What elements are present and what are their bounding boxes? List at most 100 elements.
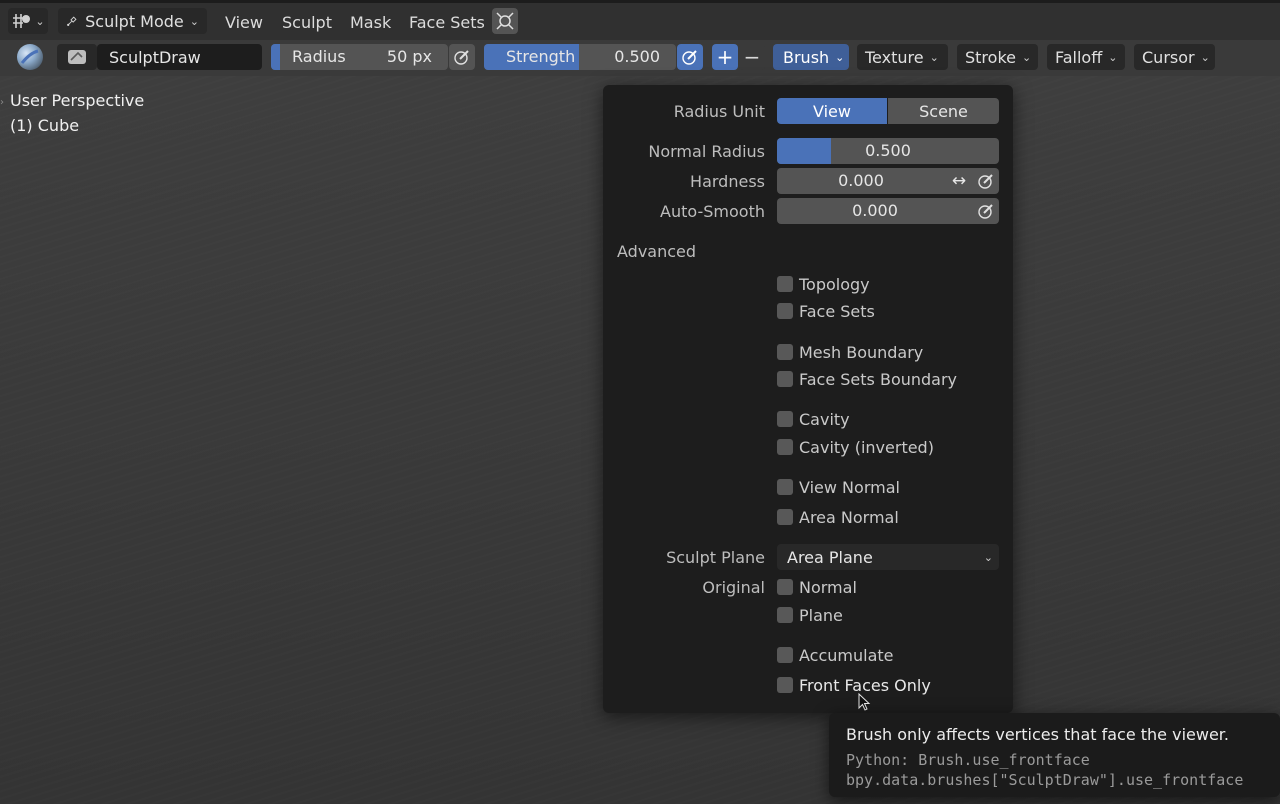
pen-pressure-icon	[454, 50, 469, 65]
topology-checkbox[interactable]: Topology	[777, 273, 870, 295]
viewport-info: User Perspective (1) Cube	[10, 88, 144, 138]
menu-view[interactable]: View	[225, 13, 263, 32]
normal-radius-value: 0.500	[865, 141, 911, 160]
sculpt-plane-label: Sculpt Plane	[666, 548, 765, 567]
area-normal-label: Area Normal	[799, 507, 899, 527]
cavity-inverted-label: Cavity (inverted)	[799, 437, 934, 457]
tooltip-description: Brush only affects vertices that face th…	[846, 725, 1229, 744]
direction-subtract-button[interactable]: −	[739, 44, 765, 70]
view-normal-checkbox[interactable]: View Normal	[777, 476, 900, 498]
collapse-arrow-icon[interactable]: ›	[0, 97, 4, 108]
face-sets-boundary-checkbox[interactable]: Face Sets Boundary	[777, 368, 957, 390]
front-faces-only-label: Front Faces Only	[799, 675, 931, 695]
mode-dropdown[interactable]: Sculpt Mode ⌄	[58, 8, 207, 34]
accumulate-checkbox[interactable]: Accumulate	[777, 644, 894, 666]
texture-menu-button[interactable]: Texture ⌄	[857, 44, 948, 70]
pen-pressure-icon	[978, 204, 993, 219]
stroke-menu-button[interactable]: Stroke ⌄	[957, 44, 1038, 70]
front-faces-only-checkbox[interactable]: Front Faces Only	[777, 674, 931, 696]
stroke-menu-label: Stroke	[965, 47, 1016, 67]
radius-pressure-button[interactable]	[449, 44, 475, 70]
radius-slider[interactable]: Radius 50 px	[271, 44, 448, 70]
tooltip-python-data-path: bpy.data.brushes["SculptDraw"].use_front…	[846, 771, 1244, 789]
direction-add-button[interactable]: +	[712, 44, 738, 70]
face-sets-boundary-label: Face Sets Boundary	[799, 369, 958, 389]
chevron-down-icon: ⌄	[35, 14, 45, 28]
view-normal-label: View Normal	[799, 477, 900, 497]
menu-face-sets[interactable]: Face Sets	[409, 13, 485, 32]
normal-radius-label: Normal Radius	[648, 142, 765, 161]
normal-label: Normal	[799, 577, 857, 597]
topology-label: Topology	[799, 274, 870, 294]
radius-unit-scene-button[interactable]: Scene	[888, 98, 999, 124]
radius-unit-toggle: View Scene	[777, 98, 999, 124]
area-normal-checkbox[interactable]: Area Normal	[777, 506, 899, 528]
plane-label: Plane	[799, 605, 843, 625]
brush-datablock-icon-button[interactable]	[57, 44, 97, 70]
original-label: Original	[702, 578, 765, 597]
chevron-down-icon: ⌄	[1108, 50, 1118, 64]
original-plane-checkbox[interactable]: Plane	[777, 604, 843, 626]
hardness-slider[interactable]: 0.000	[777, 168, 945, 194]
face-sets-label: Face Sets	[799, 301, 875, 321]
falloff-menu-label: Falloff	[1055, 47, 1103, 67]
auto-smooth-value: 0.000	[852, 201, 898, 220]
brush-datablock-icon	[68, 50, 86, 64]
chevron-down-icon: ⌄	[189, 14, 199, 28]
brush-menu-button[interactable]: Brush ⌄	[773, 44, 849, 70]
horizontal-arrows-icon: ↔	[951, 171, 967, 191]
chevron-down-icon: ⌄	[929, 50, 939, 64]
symmetry-icon	[496, 12, 514, 30]
hardness-label: Hardness	[690, 172, 765, 191]
accumulate-label: Accumulate	[799, 645, 894, 665]
pen-pressure-icon	[978, 174, 993, 189]
hardness-invert-button[interactable]: ↔	[945, 168, 973, 194]
minus-icon: −	[743, 45, 761, 69]
falloff-menu-button[interactable]: Falloff ⌄	[1047, 44, 1125, 70]
radius-value: 50 px	[386, 47, 432, 66]
perspective-label: User Perspective	[10, 91, 145, 110]
auto-smooth-pressure-button[interactable]	[973, 198, 999, 224]
brush-name-field[interactable]: SculptDraw	[97, 44, 262, 70]
sculpt-plane-dropdown[interactable]: Area Plane ⌄	[777, 544, 999, 570]
pen-pressure-icon	[682, 50, 697, 65]
cavity-checkbox[interactable]: Cavity	[777, 408, 850, 430]
tooltip-python-path: Python: Brush.use_frontface	[846, 751, 1090, 769]
strength-slider[interactable]: Strength 0.500	[484, 44, 676, 70]
strength-label: Strength	[506, 47, 576, 66]
face-sets-checkbox[interactable]: Face Sets	[777, 300, 875, 322]
radius-unit-view-button[interactable]: View	[777, 98, 887, 124]
brush-sphere-icon	[17, 44, 43, 70]
cavity-label: Cavity	[799, 409, 850, 429]
mesh-boundary-checkbox[interactable]: Mesh Boundary	[777, 341, 923, 363]
viewport-header: ⌄ Sculpt Mode ⌄ View Sculpt Mask Face Se…	[0, 0, 1280, 40]
radius-label: Radius	[292, 47, 346, 66]
cavity-inverted-checkbox[interactable]: Cavity (inverted)	[777, 436, 934, 458]
view-option: View	[813, 101, 851, 121]
auto-smooth-slider[interactable]: 0.000	[777, 198, 973, 224]
menu-sculpt[interactable]: Sculpt	[282, 13, 332, 32]
chevron-down-icon: ⌄	[983, 550, 993, 564]
auto-smooth-label: Auto-Smooth	[660, 202, 765, 221]
brush-preview-button[interactable]	[14, 43, 46, 71]
cursor-menu-button[interactable]: Cursor ⌄	[1134, 44, 1215, 70]
chevron-down-icon: ⌄	[835, 50, 845, 64]
symmetry-toggle-button[interactable]	[492, 8, 518, 34]
brush-menu-label: Brush	[783, 47, 830, 67]
editor-type-button[interactable]: ⌄	[8, 8, 48, 34]
normal-radius-slider[interactable]: 0.500	[777, 138, 999, 164]
chevron-down-icon: ⌄	[1200, 50, 1210, 64]
mesh-boundary-label: Mesh Boundary	[799, 342, 924, 362]
hardness-value: 0.000	[838, 171, 884, 190]
cursor-menu-label: Cursor	[1142, 47, 1195, 67]
mouse-pointer-icon	[858, 693, 871, 711]
radius-unit-label: Radius Unit	[673, 102, 765, 121]
strength-pressure-button[interactable]	[677, 44, 703, 70]
tooltip: Brush only affects vertices that face th…	[829, 713, 1280, 797]
sculpt-brush-icon	[67, 16, 77, 26]
original-normal-checkbox[interactable]: Normal	[777, 576, 857, 598]
plus-icon: +	[716, 45, 734, 69]
menu-mask[interactable]: Mask	[350, 13, 391, 32]
mode-label: Sculpt Mode	[85, 11, 184, 31]
hardness-pressure-button[interactable]	[973, 168, 999, 194]
